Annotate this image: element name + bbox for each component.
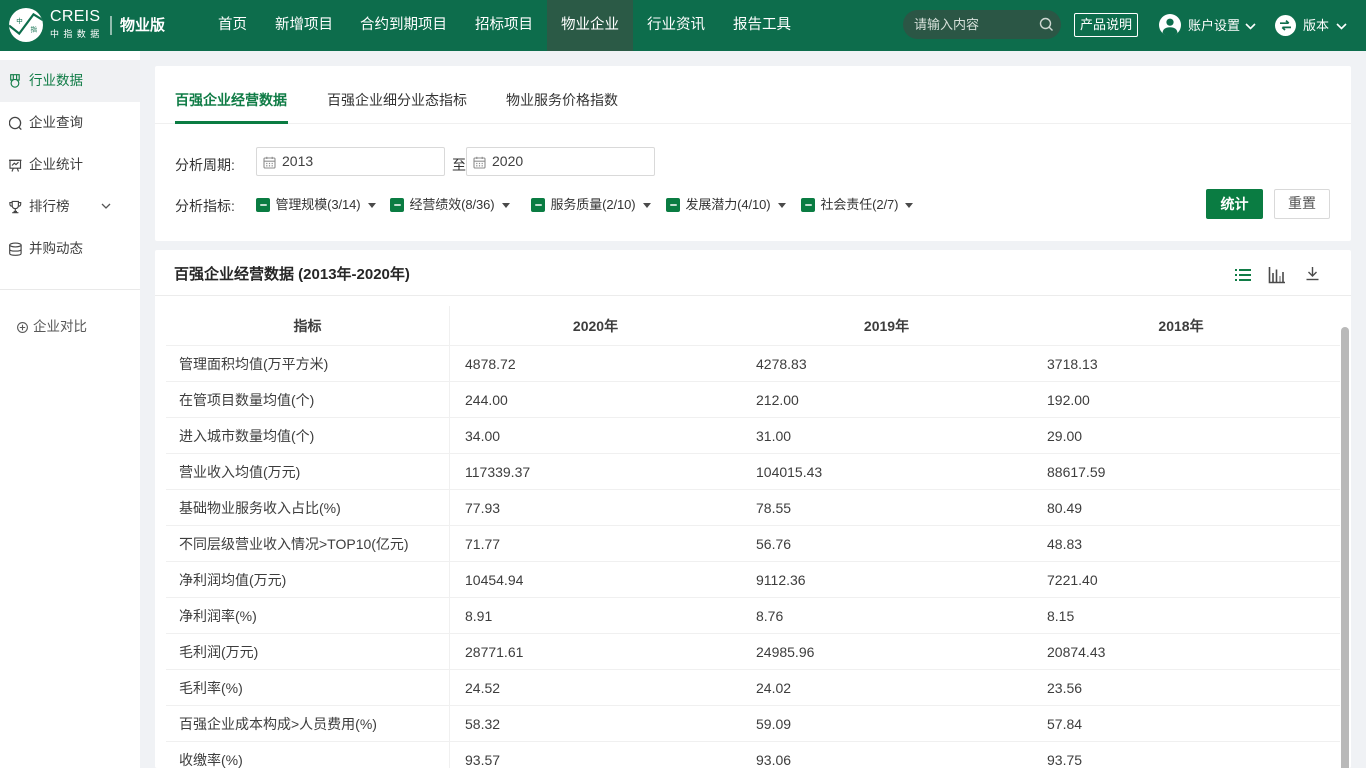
svg-text:指: 指: [31, 24, 38, 33]
svg-text:中: 中: [16, 16, 23, 25]
